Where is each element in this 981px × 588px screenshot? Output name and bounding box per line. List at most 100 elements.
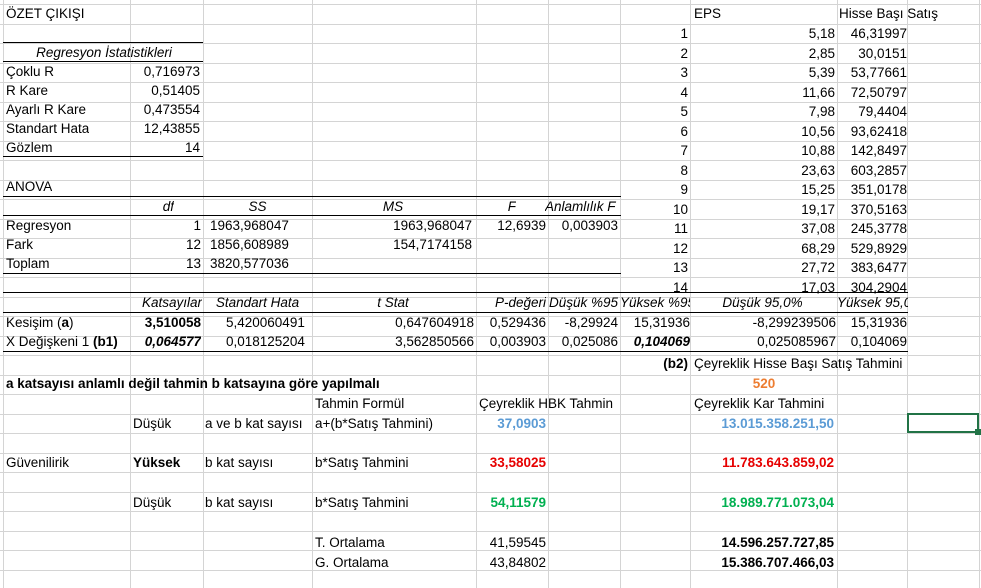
eps-row-number: 6 xyxy=(680,123,688,139)
hbs-value: 93,62418 xyxy=(850,123,907,139)
coef-row-label: X Değişkeni 1 (b1) xyxy=(6,334,118,349)
eps-row-number: 9 xyxy=(680,182,688,197)
eps-value: 5,18 xyxy=(808,26,835,41)
anova-row-label: Toplam xyxy=(6,256,50,271)
anova-df: 12 xyxy=(185,237,201,252)
hbs-value: 72,50797 xyxy=(850,84,907,100)
eps-row-number: 14 xyxy=(672,279,688,295)
spreadsheet-grid[interactable]: ÖZET ÇIKIŞI Regresyon İstatistikleri Çok… xyxy=(0,0,981,588)
eps-value: 11,66 xyxy=(802,84,835,100)
summary-title: ÖZET ÇIKIŞI xyxy=(6,6,85,21)
eps-value: 5,39 xyxy=(808,65,835,80)
active-cell-selection[interactable] xyxy=(907,413,979,433)
stat-label: Gözlem xyxy=(6,140,53,155)
forecast-profit: 18.989.771.073,04 xyxy=(721,495,834,510)
eps-value: 10,88 xyxy=(801,143,835,158)
anova-header-f: F xyxy=(507,199,516,214)
eps-value: 27,72 xyxy=(801,260,835,275)
eps-row-number: 11 xyxy=(673,221,688,236)
eps-value: 17,03 xyxy=(801,279,835,295)
stat-value: 0,51405 xyxy=(151,83,200,98)
hbs-value: 46,31997 xyxy=(850,26,907,41)
coef-header-coef: Katsayılar xyxy=(141,295,202,310)
eps-row-number: 8 xyxy=(680,162,688,178)
forecast-level: Düşük xyxy=(133,416,172,431)
t-avg-hbk: 41,59545 xyxy=(489,535,546,550)
eps-row-number: 2 xyxy=(680,45,688,61)
anova-header-sig: Anlamlılık F xyxy=(545,199,616,214)
eps-value: 15,25 xyxy=(801,182,835,197)
coef-low: -8,29924 xyxy=(564,315,618,330)
col-hbk-header: Çeyreklik HBK Tahmin xyxy=(479,396,614,411)
anova-row-label: Fark xyxy=(6,237,33,252)
eps-value: 37,08 xyxy=(801,221,835,236)
coef-header-t: t Stat xyxy=(377,295,409,310)
anova-df: 1 xyxy=(193,218,201,233)
reliability-label: Güvenilirik xyxy=(6,455,70,470)
forecast-level: Yüksek xyxy=(133,455,181,470)
hbs-value: 304,2904 xyxy=(850,279,907,295)
anova-header-ms: MS xyxy=(382,199,404,214)
hbs-value: 142,8497 xyxy=(850,143,907,158)
coef-t: 3,562850566 xyxy=(395,334,474,349)
anova-ss: 1963,968047 xyxy=(210,218,289,233)
g-avg-profit: 15.386.707.466,03 xyxy=(721,555,834,570)
fill-handle[interactable] xyxy=(975,429,981,435)
coef-high: 0,104069 xyxy=(633,334,690,349)
forecast-formula: b*Satış Tahmini xyxy=(315,495,409,510)
anova-row-label: Regresyon xyxy=(6,218,72,233)
stat-value: 12,43855 xyxy=(143,121,200,136)
stat-value: 14 xyxy=(184,140,200,155)
coef-row-label: Kesişim (a) xyxy=(6,315,74,330)
eps-row-number: 1 xyxy=(680,26,688,41)
coef-low2: 0,025085967 xyxy=(757,334,836,349)
reg-stats-bottom-border xyxy=(3,156,203,157)
forecast-note: a katsayısı anlamlı değil tahmin b katsa… xyxy=(6,376,380,391)
eps-row-number: 10 xyxy=(672,201,688,217)
eps-value: 19,17 xyxy=(801,201,835,217)
hbs-header: Hisse Başı Satış xyxy=(839,6,939,21)
eps-row-number: 3 xyxy=(680,65,688,80)
hbs-value: 529,8929 xyxy=(850,240,907,256)
forecast-hbk: 54,11579 xyxy=(490,495,546,510)
forecast-value: 520 xyxy=(752,376,776,391)
forecast-coef-note: b kat sayısı xyxy=(205,455,274,470)
col-profit-header: Çeyreklik Kar Tahmini xyxy=(694,396,825,411)
anova-header-df: df xyxy=(162,199,174,214)
coef-high2: 0,104069 xyxy=(850,334,907,349)
hbs-value: 79,4404 xyxy=(858,104,907,119)
eps-value: 68,29 xyxy=(801,240,835,256)
hbs-value: 351,0178 xyxy=(850,182,907,197)
t-avg-label: T. Ortalama xyxy=(315,535,385,550)
eps-row-number: 5 xyxy=(680,104,688,119)
coef-p: 0,529436 xyxy=(489,315,546,330)
hbs-value: 30,0151 xyxy=(858,45,907,61)
forecast-coef-note: a ve b kat sayısı xyxy=(205,416,303,431)
coef-t: 0,647604918 xyxy=(395,315,474,330)
eps-row-number: 4 xyxy=(680,84,688,100)
col-formula-header: Tahmin Formül xyxy=(315,396,405,411)
forecast-coef-note: b kat sayısı xyxy=(205,495,274,510)
eps-header: EPS xyxy=(694,6,722,21)
eps-row-number: 7 xyxy=(680,143,688,158)
stat-label: Çoklu R xyxy=(6,64,55,79)
reg-stats-header: Regresyon İstatistikleri xyxy=(36,45,172,60)
hbs-value: 370,5163 xyxy=(850,201,907,217)
coef-low2: -8,299239506 xyxy=(752,315,836,330)
stat-value: 0,716973 xyxy=(143,64,200,79)
coef-header-se: Standart Hata xyxy=(215,295,300,310)
anova-header-ss: SS xyxy=(248,199,267,214)
b2-label: (b2) xyxy=(663,356,688,371)
eps-value: 10,56 xyxy=(801,123,835,139)
eps-value: 23,63 xyxy=(801,162,835,178)
eps-row-number: 13 xyxy=(672,260,688,275)
anova-ms: 1963,968047 xyxy=(393,218,472,233)
anova-ss: 3820,577036 xyxy=(210,256,289,271)
coef-value: 0,064577 xyxy=(144,334,201,349)
anova-sig: 0,003903 xyxy=(561,218,618,233)
forecast-formula: b*Satış Tahmini xyxy=(315,455,409,470)
eps-value: 2,85 xyxy=(808,45,835,61)
coef-high: 15,31936 xyxy=(633,315,690,330)
stat-value: 0,473554 xyxy=(143,102,200,117)
stat-label: R Kare xyxy=(6,83,49,98)
